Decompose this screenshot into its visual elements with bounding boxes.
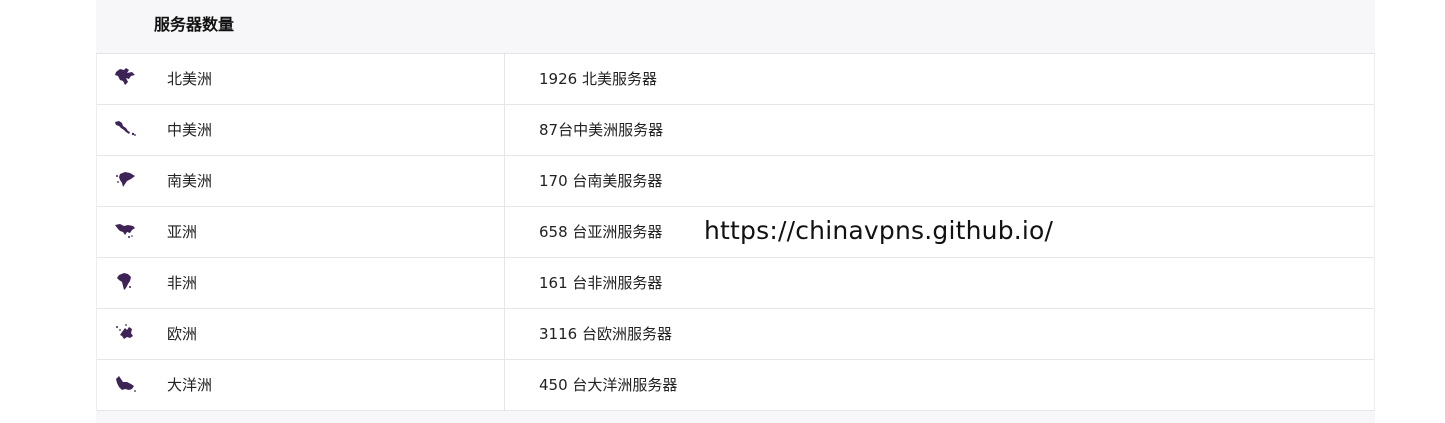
watermark-url: https://chinavpns.github.io/ — [704, 216, 1054, 245]
server-count-panel: 服务器数量 北美洲 1926 北美服务器 中美洲 87台中美洲服务器 南美洲 1… — [96, 0, 1375, 423]
table-row: 非洲 161 台非洲服务器 — [97, 258, 1374, 309]
region-name: 中美洲 — [167, 121, 213, 139]
table-row: 欧洲 3116 台欧洲服务器 — [97, 309, 1374, 360]
central-america-icon — [114, 118, 138, 140]
region-cell: 中美洲 — [97, 105, 505, 155]
table-row: 大洋洲 450 台大洋洲服务器 — [97, 360, 1374, 411]
north-america-icon — [114, 67, 138, 89]
region-cell: 北美洲 — [97, 54, 505, 104]
region-cell: 亚洲 — [97, 207, 505, 257]
africa-icon — [114, 271, 138, 293]
region-name: 大洋洲 — [167, 376, 213, 394]
server-count: 3116 台欧洲服务器 — [539, 325, 672, 343]
server-count: 161 台非洲服务器 — [539, 274, 663, 292]
table-row: 中美洲 87台中美洲服务器 — [97, 105, 1374, 156]
region-cell: 欧洲 — [97, 309, 505, 359]
table-row: 北美洲 1926 北美服务器 — [97, 54, 1374, 105]
region-name: 非洲 — [167, 274, 198, 292]
server-count: 1926 北美服务器 — [539, 70, 657, 88]
table-header-title: 服务器数量 — [154, 15, 235, 34]
table-row: 南美洲 170 台南美服务器 — [97, 156, 1374, 207]
server-count: 170 台南美服务器 — [539, 172, 663, 190]
server-count: 87台中美洲服务器 — [539, 121, 664, 139]
server-count: 450 台大洋洲服务器 — [539, 376, 678, 394]
asia-icon — [114, 220, 138, 242]
region-name: 欧洲 — [167, 325, 198, 343]
south-america-icon — [114, 169, 138, 191]
region-name: 北美洲 — [167, 70, 213, 88]
region-cell: 非洲 — [97, 258, 505, 308]
region-name: 亚洲 — [167, 223, 198, 241]
table-header: 服务器数量 — [96, 0, 1375, 54]
region-cell: 大洋洲 — [97, 360, 505, 410]
region-cell: 南美洲 — [97, 156, 505, 206]
region-name: 南美洲 — [167, 172, 213, 190]
server-count: 658 台亚洲服务器 — [539, 223, 663, 241]
europe-icon — [114, 322, 138, 344]
oceania-icon — [114, 373, 138, 395]
